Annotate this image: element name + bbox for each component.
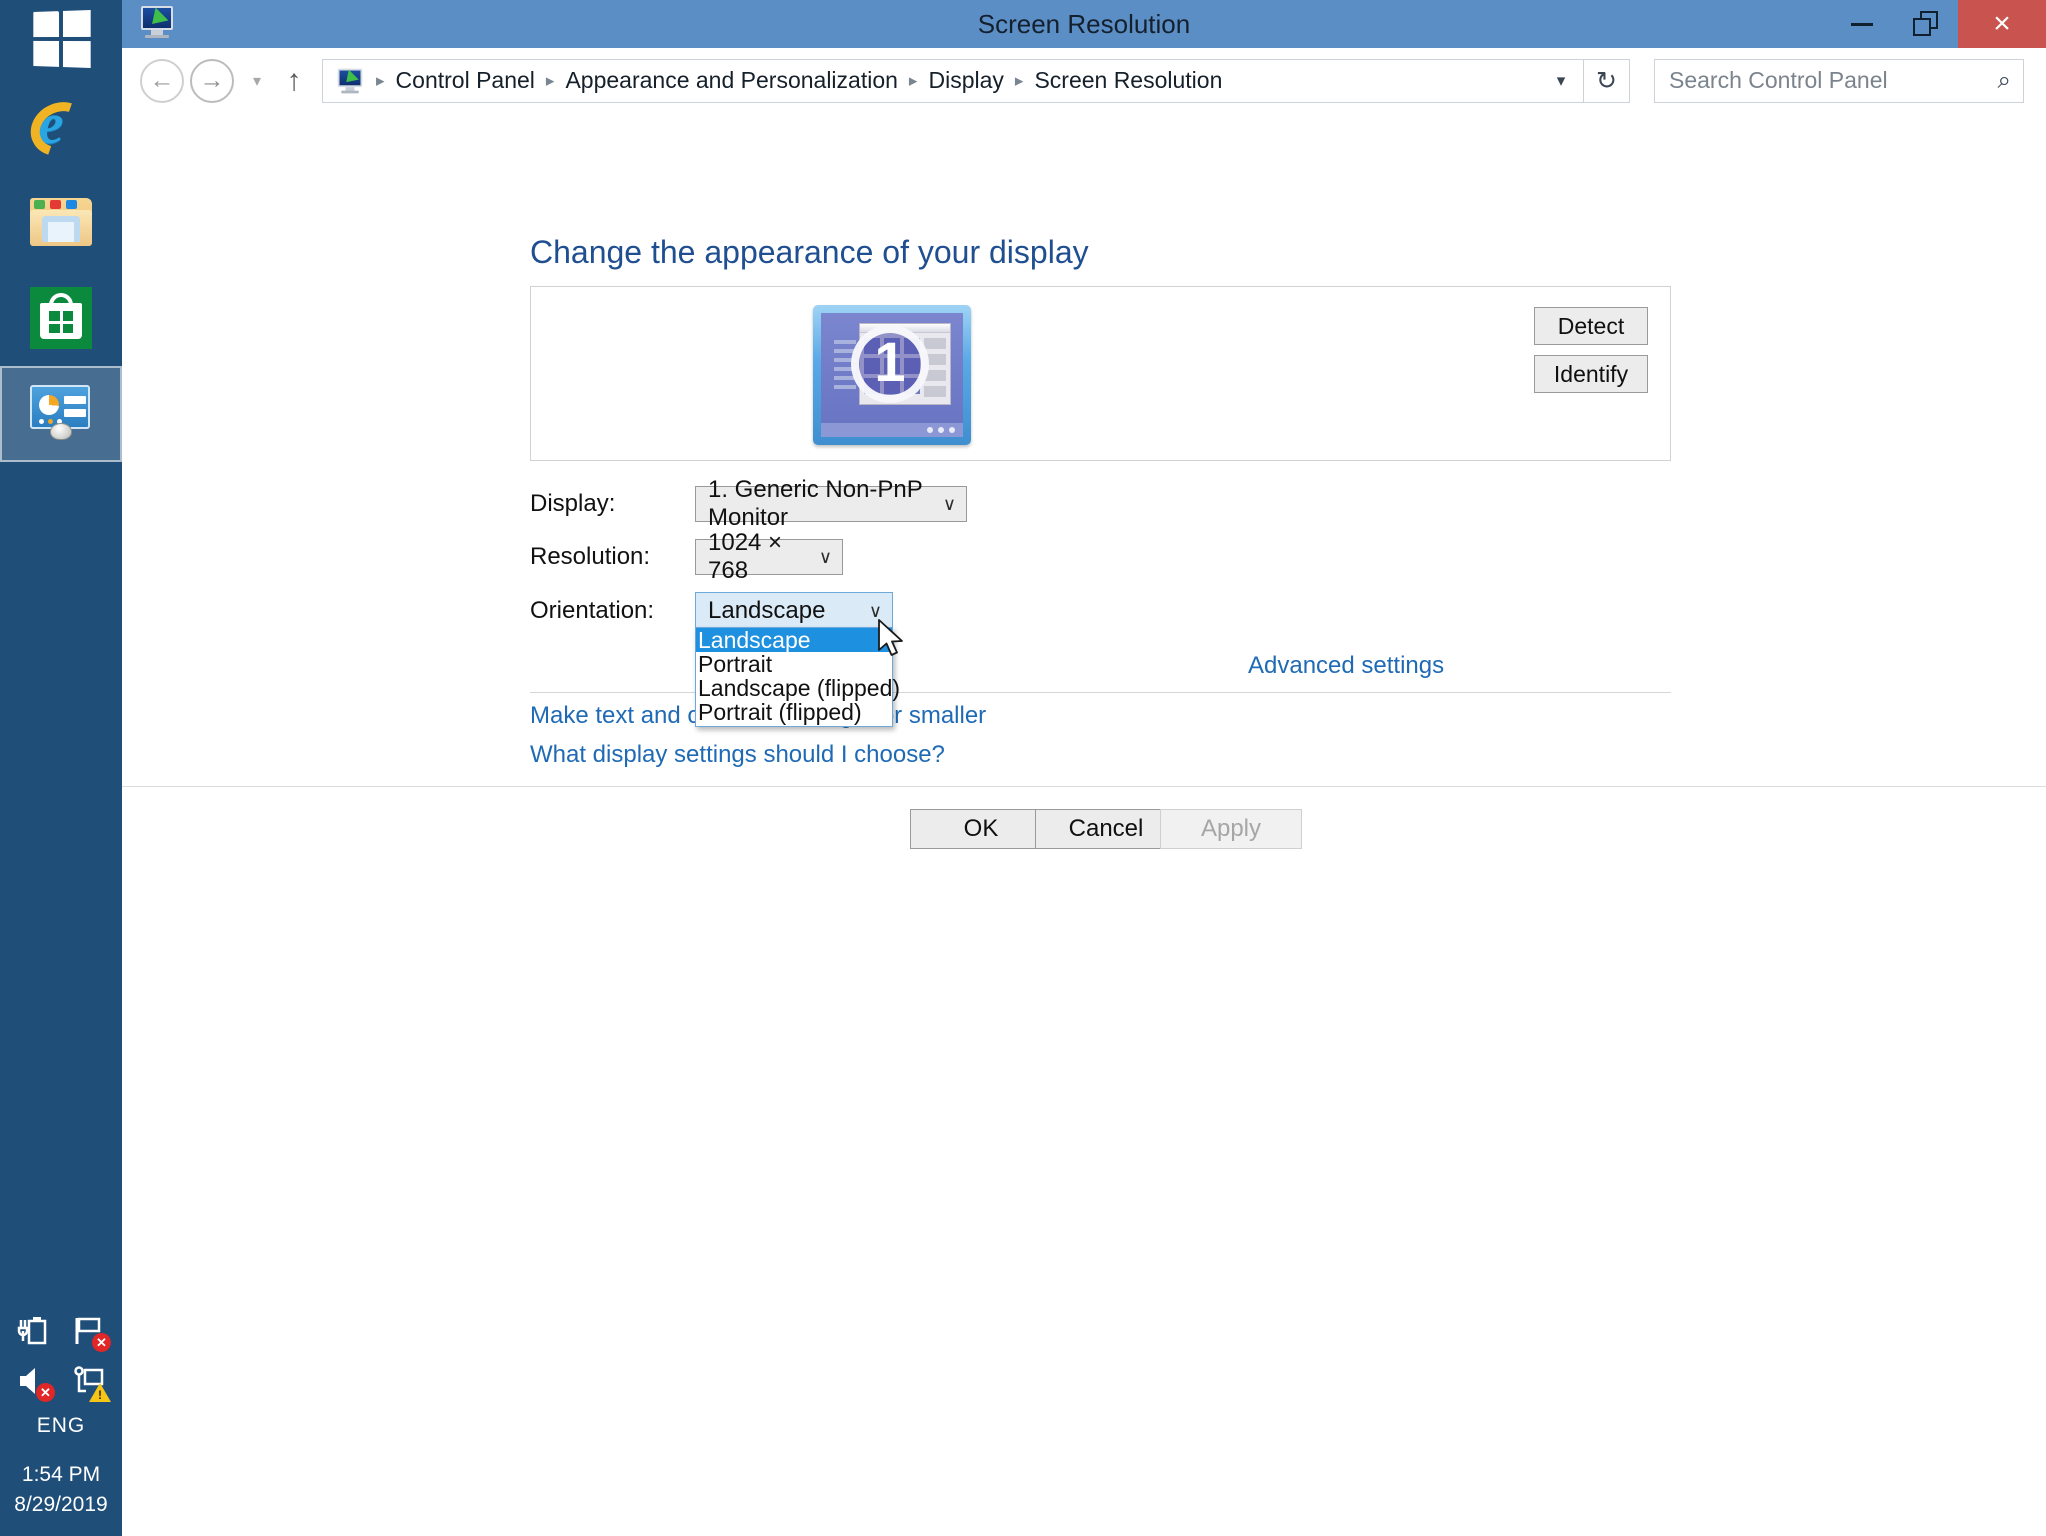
breadcrumb-separator: ▸ bbox=[908, 70, 918, 90]
refresh-button[interactable]: ↻ bbox=[1584, 58, 1630, 103]
dialog-footer: OK Cancel Apply bbox=[122, 787, 2046, 892]
orientation-label: Orientation: bbox=[530, 597, 655, 624]
screen-resolution-icon bbox=[140, 6, 174, 38]
restore-button[interactable] bbox=[1894, 0, 1958, 48]
tray-clock-time[interactable]: 1:54 PM bbox=[0, 1460, 122, 1490]
volume-muted-icon[interactable]: ✕ bbox=[16, 1364, 55, 1402]
search-input[interactable] bbox=[1667, 66, 1998, 95]
breadcrumb-item-screen-resolution[interactable]: Screen Resolution bbox=[1028, 67, 1228, 94]
monitor-number: 1 bbox=[874, 330, 906, 393]
cancel-button[interactable]: Cancel bbox=[1035, 809, 1177, 849]
display-select-value: 1. Generic Non-PnP Monitor bbox=[708, 476, 923, 531]
windows-logo-icon bbox=[33, 9, 91, 69]
search-box[interactable]: ⌕ bbox=[1654, 58, 2024, 103]
minimize-button[interactable] bbox=[1830, 0, 1894, 48]
minimize-icon bbox=[1851, 22, 1873, 26]
resolution-select[interactable]: 1024 × 768 ∨ bbox=[695, 529, 843, 584]
apply-button: Apply bbox=[1160, 809, 1302, 849]
store-icon bbox=[30, 287, 92, 349]
start-button[interactable] bbox=[0, 0, 122, 78]
warning-badge: ! bbox=[89, 1383, 111, 1402]
display-label: Display: bbox=[530, 490, 616, 517]
breadcrumb-item-display[interactable]: Display bbox=[922, 67, 1009, 94]
chevron-down-icon: ∨ bbox=[942, 493, 956, 514]
window-title: Screen Resolution bbox=[977, 8, 1191, 39]
network-warning-icon[interactable]: ! bbox=[72, 1364, 111, 1402]
orientation-option-portrait[interactable]: Portrait bbox=[696, 652, 892, 676]
what-display-settings-link[interactable]: What display settings should I choose? bbox=[530, 741, 945, 769]
internet-explorer-icon: e bbox=[21, 92, 99, 166]
search-icon[interactable]: ⌕ bbox=[1998, 67, 2011, 95]
breadcrumb-item-control-panel[interactable]: Control Panel bbox=[390, 67, 541, 94]
address-dropdown-button[interactable]: ▾ bbox=[1539, 60, 1583, 102]
window-content: Change the appearance of your display 1 … bbox=[122, 114, 2046, 892]
breadcrumb-bar[interactable]: ▸ Control Panel ▸ Appearance and Persona… bbox=[322, 58, 1584, 103]
monitor-number-badge: 1 bbox=[851, 325, 929, 403]
orientation-select[interactable]: Landscape ∨ bbox=[695, 592, 893, 630]
taskbar: e ✕ ✕ ! ENG 1:54 PM 8/29/2019 bbox=[0, 0, 122, 1536]
breadcrumb: ▸ Control Panel ▸ Appearance and Persona… bbox=[333, 67, 1539, 95]
back-button[interactable]: ← bbox=[140, 58, 184, 103]
orientation-option-landscape-flipped[interactable]: Landscape (flipped) bbox=[696, 676, 900, 700]
breadcrumb-item-appearance-and-personalization[interactable]: Appearance and Personalization bbox=[559, 67, 903, 94]
address-bar: ← → ▾ ↑ ▸ Control Panel ▸ Appearance and… bbox=[122, 48, 2046, 114]
control-panel-icon bbox=[28, 385, 94, 443]
power-battery-icon[interactable] bbox=[16, 1314, 50, 1348]
close-icon: × bbox=[1993, 7, 2011, 40]
system-tray: ✕ ✕ ! ENG 1:54 PM 8/29/2019 bbox=[0, 1314, 122, 1536]
taskbar-item-control-panel[interactable] bbox=[0, 366, 122, 462]
tray-row-2: ✕ ! bbox=[0, 1364, 122, 1402]
tray-language[interactable]: ENG bbox=[0, 1414, 122, 1438]
resolution-select-value: 1024 × 768 bbox=[708, 529, 783, 584]
taskbar-item-store[interactable] bbox=[0, 270, 122, 366]
breadcrumb-icon bbox=[335, 67, 365, 95]
error-badge: ✕ bbox=[36, 1383, 55, 1402]
orientation-field-row: Orientation: Landscape ∨ bbox=[530, 592, 893, 630]
restore-icon bbox=[1913, 11, 1939, 37]
ok-button[interactable]: OK bbox=[910, 809, 1052, 849]
orientation-option-portrait-flipped[interactable]: Portrait (flipped) bbox=[696, 700, 892, 724]
display-field-row: Display: 1. Generic Non-PnP Monitor ∨ bbox=[530, 476, 967, 531]
page-title: Change the appearance of your display bbox=[530, 234, 1089, 270]
window-controls: × bbox=[1830, 0, 2046, 48]
display-select[interactable]: 1. Generic Non-PnP Monitor ∨ bbox=[695, 476, 967, 531]
window-titlebar: Screen Resolution × bbox=[122, 0, 2046, 48]
error-badge: ✕ bbox=[92, 1333, 111, 1352]
chevron-down-icon: ∨ bbox=[868, 600, 882, 621]
action-center-flag-icon[interactable]: ✕ bbox=[72, 1314, 111, 1352]
resolution-label: Resolution: bbox=[530, 543, 651, 570]
recent-locations-dropdown[interactable]: ▾ bbox=[240, 59, 274, 103]
breadcrumb-separator: ▸ bbox=[545, 70, 555, 90]
orientation-option-landscape[interactable]: Landscape bbox=[696, 628, 892, 652]
tray-clock-date[interactable]: 8/29/2019 bbox=[0, 1490, 122, 1520]
chevron-down-icon: ∨ bbox=[818, 546, 832, 567]
orientation-select-value: Landscape bbox=[708, 597, 826, 624]
desktop: e ✕ ✕ ! ENG 1:54 PM 8/29/2019 Screen Res… bbox=[0, 0, 2046, 1536]
display-preview-panel: 1 Detect Identify bbox=[530, 286, 1671, 461]
breadcrumb-separator: ▸ bbox=[1014, 70, 1024, 90]
orientation-dropdown-list[interactable]: Landscape Portrait Landscape (flipped) P… bbox=[695, 627, 900, 727]
taskbar-item-internet-explorer[interactable]: e bbox=[0, 78, 122, 174]
advanced-settings-link[interactable]: Advanced settings bbox=[1248, 652, 1444, 680]
monitor-preview[interactable]: 1 bbox=[813, 305, 971, 445]
screen-resolution-window: Screen Resolution × ← → ▾ ↑ ▸ Control Pa… bbox=[122, 0, 2046, 1536]
forward-button[interactable]: → bbox=[190, 58, 234, 103]
detect-button[interactable]: Detect bbox=[1534, 307, 1648, 345]
tray-row-1: ✕ bbox=[0, 1314, 122, 1352]
resolution-field-row: Resolution: 1024 × 768 ∨ bbox=[530, 529, 843, 584]
breadcrumb-separator: ▸ bbox=[376, 70, 385, 90]
identify-button[interactable]: Identify bbox=[1534, 355, 1648, 393]
close-button[interactable]: × bbox=[1958, 0, 2046, 48]
up-button[interactable]: ↑ bbox=[274, 59, 314, 103]
file-explorer-icon bbox=[28, 194, 94, 250]
taskbar-item-file-explorer[interactable] bbox=[0, 174, 122, 270]
